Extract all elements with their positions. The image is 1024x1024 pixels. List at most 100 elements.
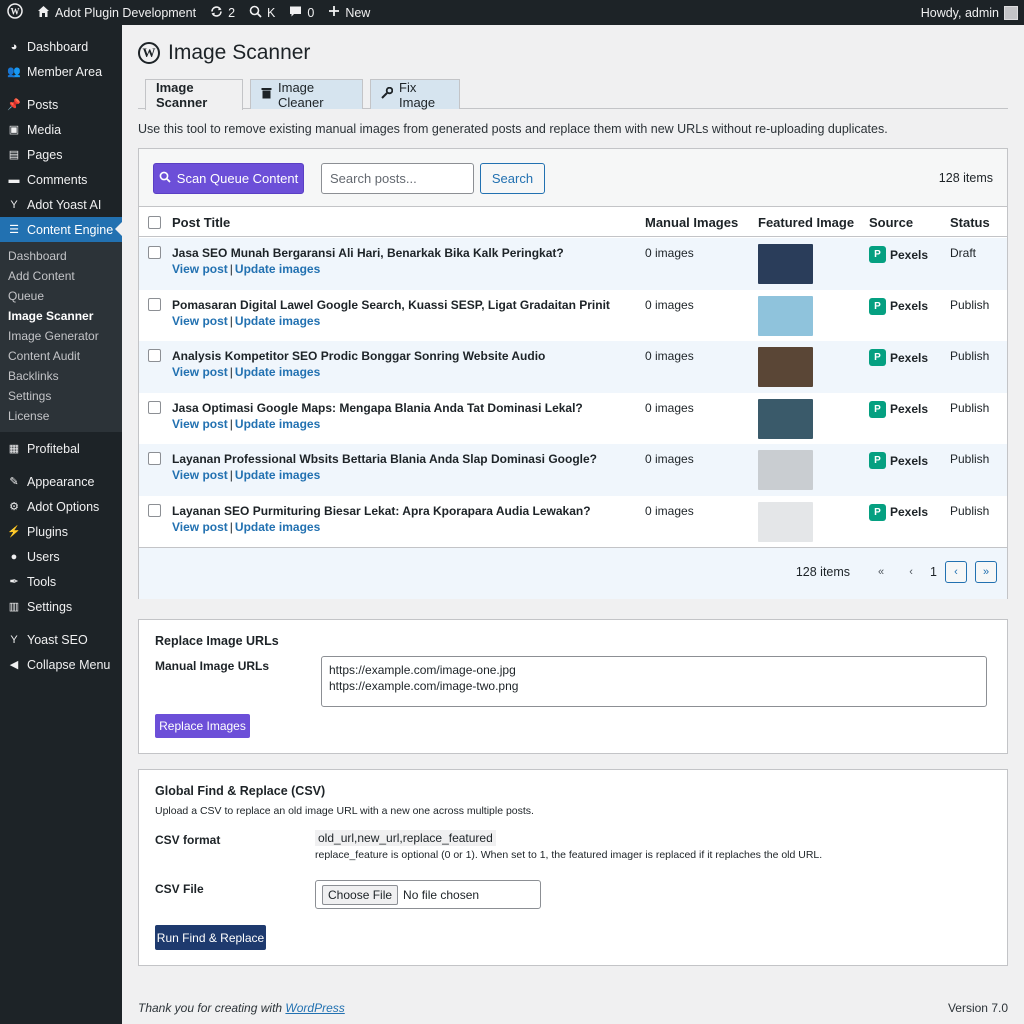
comments-link[interactable]: 0: [282, 0, 321, 25]
content-engine-submenu: Dashboard Add Content Queue Image Scanner Im…: [0, 242, 122, 432]
sidebar-item-profitebal[interactable]: ▦ Profitebal: [0, 436, 122, 461]
first-page-button[interactable]: «: [870, 561, 892, 583]
replace-images-button[interactable]: Replace Images: [155, 714, 250, 738]
submenu-item-image-generator[interactable]: Image Generator: [0, 326, 122, 346]
pages-icon: ▤: [8, 149, 20, 161]
submenu-item-backlinks[interactable]: Backlinks: [0, 366, 122, 386]
svg-text:W: W: [11, 7, 20, 17]
update-images-link[interactable]: Update images: [235, 262, 320, 276]
separator: |: [229, 313, 233, 328]
tab-image-scanner[interactable]: Image Scanner: [145, 79, 243, 110]
featured-image-thumbnail[interactable]: [758, 501, 813, 542]
update-images-link[interactable]: Update images: [235, 468, 320, 482]
update-images-link[interactable]: Update images: [235, 417, 320, 431]
sidebar-item-collapse-menu[interactable]: ◀ Collapse Menu: [0, 652, 122, 677]
featured-image-thumbnail[interactable]: [758, 347, 813, 387]
submenu-item-image-scanner[interactable]: Image Scanner: [0, 306, 122, 326]
row-checkbox[interactable]: [148, 297, 161, 311]
submenu-item-settings[interactable]: Settings: [0, 386, 122, 406]
row-checkbox[interactable]: [148, 503, 161, 517]
update-images-link[interactable]: Update images: [235, 365, 320, 379]
post-title: Analysis Kompetitor SEO Prodic Bonggar S…: [172, 349, 546, 363]
new-content-link[interactable]: New: [321, 0, 377, 25]
updates-link[interactable]: 2: [203, 0, 242, 25]
source-label: Pexels: [890, 247, 929, 262]
site-name-link[interactable]: Adot Plugin Development: [30, 0, 203, 25]
featured-image-thumbnail[interactable]: [758, 450, 813, 490]
sidebar-item-settings[interactable]: ▥ Settings: [0, 594, 122, 619]
sidebar-item-media[interactable]: ▣ Media: [0, 117, 122, 142]
tab-fix-image[interactable]: Fix Image: [370, 79, 460, 110]
row-checkbox[interactable]: [148, 400, 161, 414]
wp-logo-menu[interactable]: W: [0, 0, 30, 25]
sidebar-item-dashboard[interactable]: ◕ Dashboard: [0, 34, 122, 59]
table-header: Post Title Manual Images Featured Image …: [139, 207, 1007, 237]
sidebar-item-pages[interactable]: ▤ Pages: [0, 142, 122, 167]
wrench-icon: [381, 86, 394, 102]
header-post-title[interactable]: Post Title: [172, 207, 230, 237]
submenu-item-dashboard[interactable]: Dashboard: [0, 246, 122, 266]
manual-images-count: 0 images: [645, 246, 694, 260]
sidebar-item-tools[interactable]: ✒ Tools: [0, 569, 122, 594]
view-post-link[interactable]: View post: [172, 520, 228, 534]
sidebar-item-content-engine[interactable]: ☰ Content Engine: [0, 217, 122, 242]
featured-image-thumbnail[interactable]: [758, 295, 813, 336]
sidebar-item-adot-options[interactable]: ⚙ Adot Options: [0, 494, 122, 519]
search-button[interactable]: Search: [480, 163, 545, 194]
separator: |: [229, 416, 233, 431]
sidebar-item-adot-yoast-ai[interactable]: Y Adot Yoast AI: [0, 192, 122, 217]
next-page-button[interactable]: ‹: [945, 561, 967, 583]
update-images-link[interactable]: Update images: [235, 314, 320, 328]
url-line: https://example.com/image-one.jpg: [329, 663, 516, 677]
view-post-link[interactable]: View post: [172, 417, 228, 431]
search-posts-input[interactable]: [321, 163, 474, 194]
my-account[interactable]: Howdy, admin: [914, 0, 1024, 25]
source-badge: P Pexels: [869, 503, 929, 521]
source-label: Pexels: [890, 505, 929, 519]
submenu-item-license[interactable]: License: [0, 406, 122, 426]
wordpress-icon: W: [138, 42, 160, 64]
choose-file-button[interactable]: Choose File: [322, 884, 399, 905]
row-checkbox[interactable]: [148, 246, 161, 259]
admin-search[interactable]: K: [242, 0, 282, 25]
last-page-button[interactable]: »: [975, 561, 997, 583]
sidebar-item-yoast-seo[interactable]: Y Yoast SEO: [0, 627, 122, 652]
submenu-item-content-audit[interactable]: Content Audit: [0, 346, 122, 366]
sidebar-item-member-area[interactable]: 👥 Member Area: [0, 59, 122, 84]
scan-queue-button[interactable]: Scan Queue Content: [153, 163, 304, 194]
search-icon: [159, 171, 171, 186]
header-status: Status: [950, 214, 990, 230]
footer-items-count: 128 items: [795, 565, 851, 579]
wordpress-link[interactable]: WordPress: [285, 1001, 344, 1015]
featured-image-thumbnail[interactable]: [758, 398, 813, 439]
manual-urls-textarea[interactable]: https://example.com/image-one.jpg https:…: [321, 656, 987, 707]
submenu-item-queue[interactable]: Queue: [0, 286, 122, 306]
sidebar-item-appearance[interactable]: ✎ Appearance: [0, 469, 122, 494]
prev-page-button[interactable]: ‹: [900, 561, 922, 583]
sidebar-item-posts[interactable]: 📌 Posts: [0, 92, 122, 117]
sidebar-item-label: Pages: [27, 147, 63, 162]
manual-images-count: 0 images: [645, 400, 694, 415]
row-actions: View post | Update images: [172, 365, 320, 379]
current-page: 1: [930, 565, 937, 579]
select-all-checkbox[interactable]: [148, 215, 161, 229]
sidebar-item-plugins[interactable]: ⚡ Plugins: [0, 519, 122, 544]
pexels-icon: P: [869, 246, 886, 263]
csv-file-input[interactable]: Choose File No file chosen: [315, 880, 541, 909]
manual-urls-label: Manual Image URLs: [155, 659, 270, 673]
view-post-link[interactable]: View post: [172, 314, 228, 328]
view-post-link[interactable]: View post: [172, 365, 228, 379]
plus-icon: [328, 5, 340, 20]
sidebar-item-users[interactable]: ● Users: [0, 544, 122, 569]
row-checkbox[interactable]: [148, 452, 161, 465]
media-icon: ▣: [8, 124, 20, 136]
submenu-item-add-content[interactable]: Add Content: [0, 266, 122, 286]
row-checkbox[interactable]: [148, 349, 161, 362]
run-find-replace-button[interactable]: Run Find & Replace: [155, 925, 266, 950]
sidebar-item-comments[interactable]: ▬ Comments: [0, 167, 122, 192]
view-post-link[interactable]: View post: [172, 468, 228, 482]
featured-image-thumbnail[interactable]: [758, 244, 813, 284]
update-images-link[interactable]: Update images: [235, 520, 320, 534]
tab-image-cleaner[interactable]: Image Cleaner: [250, 79, 363, 110]
view-post-link[interactable]: View post: [172, 262, 228, 276]
